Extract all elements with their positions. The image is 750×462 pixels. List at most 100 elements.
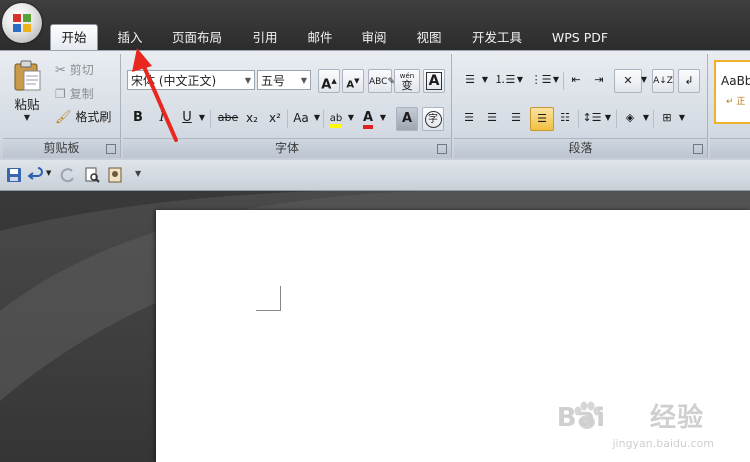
ribbon: 粘贴 ▼ ✂ 剪切 ❐ 复制 🖌 格式刷 剪贴板 ↘ 宋体 (中文正文) ▼ 五… bbox=[0, 50, 750, 161]
change-case-dropdown[interactable]: ▼ bbox=[312, 107, 322, 129]
document-page[interactable]: Bai 经验 jingyan.baidu.com bbox=[156, 210, 750, 462]
font-size-value: 五号 bbox=[261, 74, 286, 88]
numbering-button[interactable]: ⒈☰ bbox=[494, 69, 516, 91]
bullets-button[interactable]: ☰ bbox=[459, 69, 481, 91]
chevron-down-icon: ▼ bbox=[516, 75, 524, 84]
undo-dropdown-icon[interactable]: ▼ bbox=[46, 169, 51, 177]
shading-dropdown[interactable]: ▼ bbox=[642, 107, 650, 129]
watermark-site: jingyan.baidu.com bbox=[612, 437, 714, 450]
font-dialog-launcher[interactable]: ↘ bbox=[437, 144, 447, 154]
chinese-layout-dropdown[interactable]: ▼ bbox=[640, 69, 648, 91]
multilevel-dropdown[interactable]: ▼ bbox=[552, 69, 560, 91]
line-spacing-dropdown[interactable]: ▼ bbox=[604, 107, 612, 129]
paragraph-dialog-launcher[interactable]: ↘ bbox=[693, 144, 703, 154]
align-left-button[interactable]: ☰ bbox=[459, 107, 479, 129]
tab-page-layout[interactable]: 页面布局 bbox=[165, 25, 229, 50]
font-color-icon: A bbox=[362, 110, 374, 129]
clear-format-button[interactable]: ABC✎ bbox=[368, 69, 395, 93]
char-shading-button[interactable]: A bbox=[396, 107, 418, 131]
clipboard-dialog-launcher[interactable]: ↘ bbox=[106, 144, 116, 154]
sort-button[interactable]: A↓Z bbox=[652, 69, 674, 93]
tab-wps-pdf[interactable]: WPS PDF bbox=[542, 25, 618, 50]
line-spacing-button[interactable]: ↕☰ bbox=[581, 107, 603, 129]
numbering-dropdown[interactable]: ▼ bbox=[516, 69, 524, 91]
margin-corner-mark bbox=[256, 286, 281, 311]
baidu-watermark: Bai 经验 bbox=[556, 403, 704, 433]
borders-icon: ⊞ bbox=[662, 111, 672, 124]
copy-button[interactable]: ❐ 复制 bbox=[55, 85, 94, 103]
font-color-button[interactable]: A bbox=[359, 107, 377, 129]
phonetic-guide-button[interactable]: wén 变 bbox=[394, 69, 420, 93]
shading-button[interactable]: ◈ bbox=[619, 107, 641, 129]
char-border-button[interactable]: A bbox=[423, 69, 445, 93]
paint-bucket-icon: ◈ bbox=[625, 111, 635, 124]
align-center-button[interactable]: ☰ bbox=[482, 107, 502, 129]
tab-view[interactable]: 视图 bbox=[407, 25, 451, 50]
tab-home[interactable]: 开始 bbox=[50, 24, 98, 51]
paste-dropdown-arrow[interactable]: ▼ bbox=[6, 113, 48, 122]
print-preview-icon[interactable] bbox=[84, 167, 100, 183]
borders-dropdown[interactable]: ▼ bbox=[678, 107, 686, 129]
paste-button[interactable]: 粘贴 ▼ bbox=[6, 57, 48, 135]
chinese-layout-button[interactable]: ✕ bbox=[614, 69, 642, 93]
grow-font-button[interactable]: A▲ bbox=[318, 69, 340, 93]
tab-references[interactable]: 引用 bbox=[243, 25, 287, 50]
font-name-value: 宋体 (中文正文) bbox=[131, 74, 217, 88]
strikethrough-button[interactable]: abe bbox=[215, 107, 241, 129]
clipboard-group-label: 剪贴板 bbox=[3, 138, 120, 158]
superscript-button[interactable]: x² bbox=[266, 107, 284, 129]
increase-indent-icon: ⇥ bbox=[594, 73, 604, 86]
style-preview-normal[interactable]: AaBb ↵ 正 bbox=[714, 60, 750, 124]
chevron-down-icon: ▼ bbox=[198, 113, 206, 122]
undo-icon[interactable] bbox=[28, 167, 44, 183]
show-marks-button[interactable]: ↲ bbox=[678, 69, 700, 93]
font-size-select[interactable]: 五号 ▼ bbox=[257, 70, 311, 90]
copy-label: 复制 bbox=[69, 87, 94, 101]
tab-review[interactable]: 审阅 bbox=[352, 25, 396, 50]
bullets-dropdown[interactable]: ▼ bbox=[481, 69, 489, 91]
redo-icon[interactable] bbox=[60, 167, 76, 183]
subscript-button[interactable]: x₂ bbox=[243, 107, 261, 129]
font-name-select[interactable]: 宋体 (中文正文) ▼ bbox=[127, 70, 255, 90]
multilevel-list-button[interactable]: ⋮☰ bbox=[530, 69, 552, 91]
ribbon-tab-bar: 开始 插入 页面布局 引用 邮件 审阅 视图 开发工具 WPS PDF bbox=[0, 0, 750, 51]
tab-developer[interactable]: 开发工具 bbox=[464, 25, 530, 50]
office-button[interactable] bbox=[2, 3, 42, 43]
decrease-indent-icon: ⇤ bbox=[571, 73, 581, 86]
underline-dropdown[interactable]: ▼ bbox=[197, 107, 207, 129]
font-color-dropdown[interactable]: ▼ bbox=[378, 107, 388, 129]
align-left-icon: ☰ bbox=[464, 111, 474, 124]
borders-button[interactable]: ⊞ bbox=[657, 107, 677, 129]
tab-insert[interactable]: 插入 bbox=[108, 25, 152, 50]
clipboard-group: 粘贴 ▼ ✂ 剪切 ❐ 复制 🖌 格式刷 剪贴板 ↘ bbox=[3, 54, 121, 158]
paragraph-group-label: 段落 bbox=[454, 138, 707, 158]
quick-print-icon[interactable] bbox=[107, 167, 123, 183]
paragraph-group: ☰ ▼ ⒈☰ ▼ ⋮☰ ▼ ⇤ ⇥ ✕ ▼ A↓Z ↲ ☰ ☰ ☰ ☰ ☷ ↕☰… bbox=[454, 54, 708, 158]
clear-format-icon: ABC✎ bbox=[369, 77, 395, 87]
shrink-font-button[interactable]: A▼ bbox=[342, 69, 364, 93]
decrease-indent-button[interactable]: ⇤ bbox=[566, 69, 586, 91]
styles-group: AaBb ↵ 正 bbox=[710, 54, 750, 158]
chevron-down-icon: ▼ bbox=[642, 113, 650, 122]
customize-qat-icon[interactable]: ▼ bbox=[135, 169, 141, 178]
highlight-dropdown[interactable]: ▼ bbox=[346, 107, 356, 129]
highlight-button[interactable]: ab bbox=[326, 107, 346, 129]
style-preview-subtext: ↵ 正 bbox=[726, 97, 746, 107]
justify-button[interactable]: ☰ bbox=[530, 107, 554, 131]
underline-button[interactable]: U bbox=[178, 107, 196, 129]
tab-mailings[interactable]: 邮件 bbox=[298, 25, 342, 50]
change-case-button[interactable]: Aa bbox=[290, 107, 312, 129]
chevron-down-icon: ▼ bbox=[552, 75, 560, 84]
enclose-chars-button[interactable]: 字 bbox=[422, 107, 444, 131]
increase-indent-button[interactable]: ⇥ bbox=[589, 69, 609, 91]
italic-button[interactable]: I bbox=[153, 107, 171, 129]
format-painter-button[interactable]: 🖌 格式刷 bbox=[55, 108, 111, 126]
distribute-icon: ☷ bbox=[560, 111, 570, 124]
distribute-button[interactable]: ☷ bbox=[555, 107, 575, 129]
align-right-button[interactable]: ☰ bbox=[506, 107, 526, 129]
bold-button[interactable]: B bbox=[129, 107, 147, 129]
format-painter-label: 格式刷 bbox=[75, 110, 112, 124]
pilcrow-icon: ↲ bbox=[684, 74, 694, 87]
cut-button[interactable]: ✂ 剪切 bbox=[55, 61, 94, 79]
save-icon[interactable] bbox=[6, 167, 22, 183]
